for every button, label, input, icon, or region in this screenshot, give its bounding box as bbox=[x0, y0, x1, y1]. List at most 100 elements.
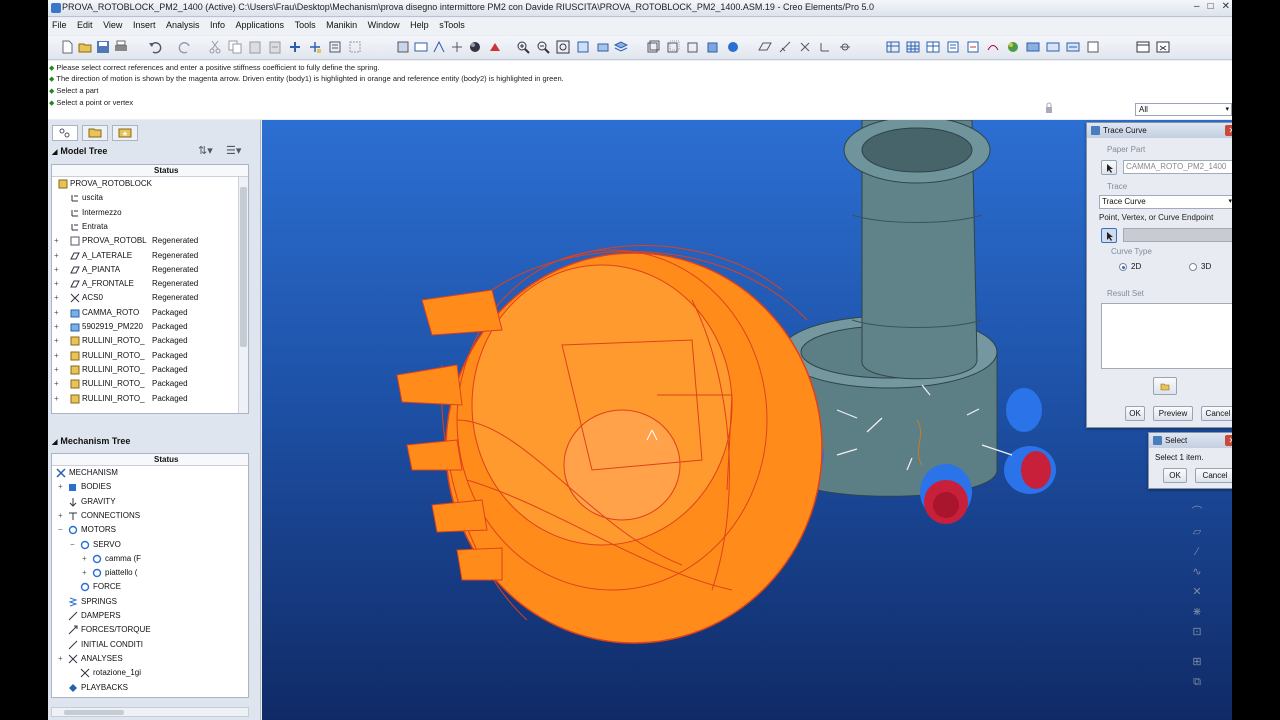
ok-button[interactable]: OK bbox=[1125, 406, 1145, 421]
menu-tools[interactable]: Tools bbox=[291, 18, 320, 32]
cancel-button[interactable]: Cancel bbox=[1201, 406, 1232, 421]
zoom-out-icon[interactable] bbox=[536, 40, 550, 54]
display-style-icon[interactable] bbox=[450, 40, 464, 54]
mechanism-tree-row[interactable]: GRAVITY bbox=[52, 495, 248, 509]
shading-icon[interactable] bbox=[468, 40, 482, 54]
mechanism-tree-row[interactable]: + CONNECTIONS bbox=[52, 509, 248, 523]
model-tree-row[interactable]: + A_PIANTA Regenerated bbox=[52, 263, 248, 277]
model-tree-row[interactable]: + RULLINI_ROTO_ Packaged bbox=[52, 377, 248, 391]
model-tree-row[interactable]: + A_LATERALE Regenerated bbox=[52, 249, 248, 263]
expand-icon[interactable]: − bbox=[70, 540, 78, 549]
driven-body-cam[interactable] bbox=[396, 245, 823, 644]
menu-analysis[interactable]: Analysis bbox=[162, 18, 204, 32]
datum-point-tool-icon[interactable]: ✕ bbox=[1190, 585, 1204, 599]
reorient-icon[interactable] bbox=[576, 40, 590, 54]
close-button[interactable]: ✕ bbox=[1222, 1, 1230, 12]
selection-filter-dropdown[interactable]: All ▾ bbox=[1135, 103, 1232, 116]
datum-axis-tool-icon[interactable]: ∕ bbox=[1190, 545, 1204, 559]
result-set-list[interactable] bbox=[1101, 303, 1232, 369]
menu-insert[interactable]: Insert bbox=[129, 18, 160, 32]
close-icon[interactable]: ✕ bbox=[1225, 435, 1232, 446]
model-tree-row[interactable]: + RULLINI_ROTO_ Packaged bbox=[52, 392, 248, 406]
mechanism-tree-row[interactable]: − SERVO bbox=[52, 538, 248, 552]
shaded-icon[interactable] bbox=[706, 40, 720, 54]
expand-icon[interactable]: + bbox=[54, 365, 62, 374]
datum-display-icon[interactable] bbox=[414, 40, 428, 54]
model-tree-row[interactable]: + A_FRONTALE Regenerated bbox=[52, 277, 248, 291]
hidden-line-icon[interactable] bbox=[666, 40, 680, 54]
analysis-tool-icon[interactable]: ⊡ bbox=[1190, 625, 1204, 639]
regenerate-icon[interactable] bbox=[288, 40, 302, 54]
csys-tool-icon[interactable]: ⋇ bbox=[1190, 605, 1204, 619]
model-tree-row[interactable]: +5902919_PM220 Packaged bbox=[52, 320, 248, 334]
expand-icon[interactable]: + bbox=[58, 511, 66, 520]
trace-type-dropdown[interactable]: Trace Curve ▾ bbox=[1099, 195, 1232, 209]
layers-icon[interactable] bbox=[613, 40, 629, 54]
select-ok-button[interactable]: OK bbox=[1163, 468, 1187, 483]
expand-icon[interactable]: + bbox=[54, 251, 62, 260]
annotation-display-icon[interactable] bbox=[838, 40, 852, 54]
close-icon[interactable]: ✕ bbox=[1225, 125, 1232, 136]
mechanism-tree-row[interactable]: + piattello ( bbox=[52, 566, 248, 580]
expand-icon[interactable]: + bbox=[54, 379, 62, 388]
open-results-button[interactable] bbox=[1153, 377, 1177, 395]
mechanism-tree-row[interactable]: SPRINGS bbox=[52, 595, 248, 609]
select-cancel-button[interactable]: Cancel bbox=[1195, 468, 1232, 483]
model-tree-row[interactable]: + PROVA_ROTOBL Regenerated bbox=[52, 234, 248, 248]
window-activate-icon[interactable] bbox=[1136, 40, 1150, 54]
sketch-icon[interactable] bbox=[986, 40, 1000, 54]
model-tree-row[interactable]: + CAMMA_ROTO Packaged bbox=[52, 306, 248, 320]
relations-icon[interactable] bbox=[946, 40, 960, 54]
model-tree-row[interactable]: uscita bbox=[52, 191, 248, 205]
cut-icon[interactable] bbox=[208, 40, 222, 54]
named-views-icon[interactable] bbox=[596, 40, 610, 54]
info-icon[interactable] bbox=[1086, 40, 1100, 54]
expand-icon[interactable]: + bbox=[54, 336, 62, 345]
datum-planes-icon[interactable] bbox=[758, 40, 772, 54]
menu-manikin[interactable]: Manikin bbox=[322, 18, 361, 32]
menu-window[interactable]: Window bbox=[364, 18, 404, 32]
select-endpoint-button[interactable] bbox=[1101, 228, 1117, 243]
find-icon[interactable] bbox=[328, 40, 342, 54]
no-hidden-icon[interactable] bbox=[686, 40, 700, 54]
menu-info[interactable]: Info bbox=[206, 18, 229, 32]
sketch-tool-icon[interactable]: ⌒ bbox=[1190, 505, 1204, 519]
mechanism-tree-row[interactable]: PLAYBACKS bbox=[52, 681, 248, 695]
menu-edit[interactable]: Edit bbox=[73, 18, 97, 32]
model-tree-scrollbar[interactable] bbox=[238, 177, 248, 413]
menu-view[interactable]: View bbox=[99, 18, 126, 32]
mirror-tool-icon[interactable]: ⧉ bbox=[1190, 675, 1204, 689]
model-tree-row[interactable]: Entrata bbox=[52, 220, 248, 234]
model-tree-row[interactable]: + ACS0 Regenerated bbox=[52, 291, 248, 305]
undo-icon[interactable] bbox=[148, 40, 162, 54]
copy-icon[interactable] bbox=[228, 40, 242, 54]
zoom-in-icon[interactable] bbox=[516, 40, 530, 54]
model-tree-row[interactable]: Intermezzo bbox=[52, 206, 248, 220]
menu-file[interactable]: File bbox=[48, 18, 71, 32]
tab-favorites[interactable] bbox=[112, 125, 138, 141]
regen-manager-icon[interactable] bbox=[308, 40, 322, 54]
model-player-icon[interactable] bbox=[1026, 40, 1040, 54]
paste-icon[interactable] bbox=[248, 40, 262, 54]
model-tree-row[interactable]: + RULLINI_ROTO_ Packaged bbox=[52, 363, 248, 377]
menu-help[interactable]: Help bbox=[406, 18, 433, 32]
refit-icon[interactable] bbox=[556, 40, 570, 54]
save-icon[interactable] bbox=[96, 40, 110, 54]
tab-model-tree[interactable] bbox=[52, 125, 78, 141]
menu-applications[interactable]: Applications bbox=[232, 18, 289, 32]
view-manager-icon[interactable] bbox=[886, 40, 900, 54]
tree-filter-icon[interactable]: ⇅▾ bbox=[198, 144, 218, 158]
mechanism-tree-row[interactable]: + ANALYSES bbox=[52, 652, 248, 666]
radio-2d[interactable] bbox=[1119, 263, 1127, 271]
minimize-button[interactable]: – bbox=[1194, 1, 1200, 12]
paste-special-icon[interactable] bbox=[268, 40, 282, 54]
parameters-icon[interactable] bbox=[966, 40, 980, 54]
open-folder-icon[interactable] bbox=[78, 40, 92, 54]
appearance-icon[interactable] bbox=[1006, 40, 1020, 54]
saved-views-icon[interactable] bbox=[488, 40, 502, 54]
orient-icon[interactable] bbox=[432, 40, 446, 54]
pattern-tool-icon[interactable]: ⊞ bbox=[1190, 655, 1204, 669]
select-paper-part-button[interactable] bbox=[1101, 160, 1117, 175]
csys-display-icon[interactable] bbox=[818, 40, 832, 54]
expand-icon[interactable]: + bbox=[54, 394, 62, 403]
